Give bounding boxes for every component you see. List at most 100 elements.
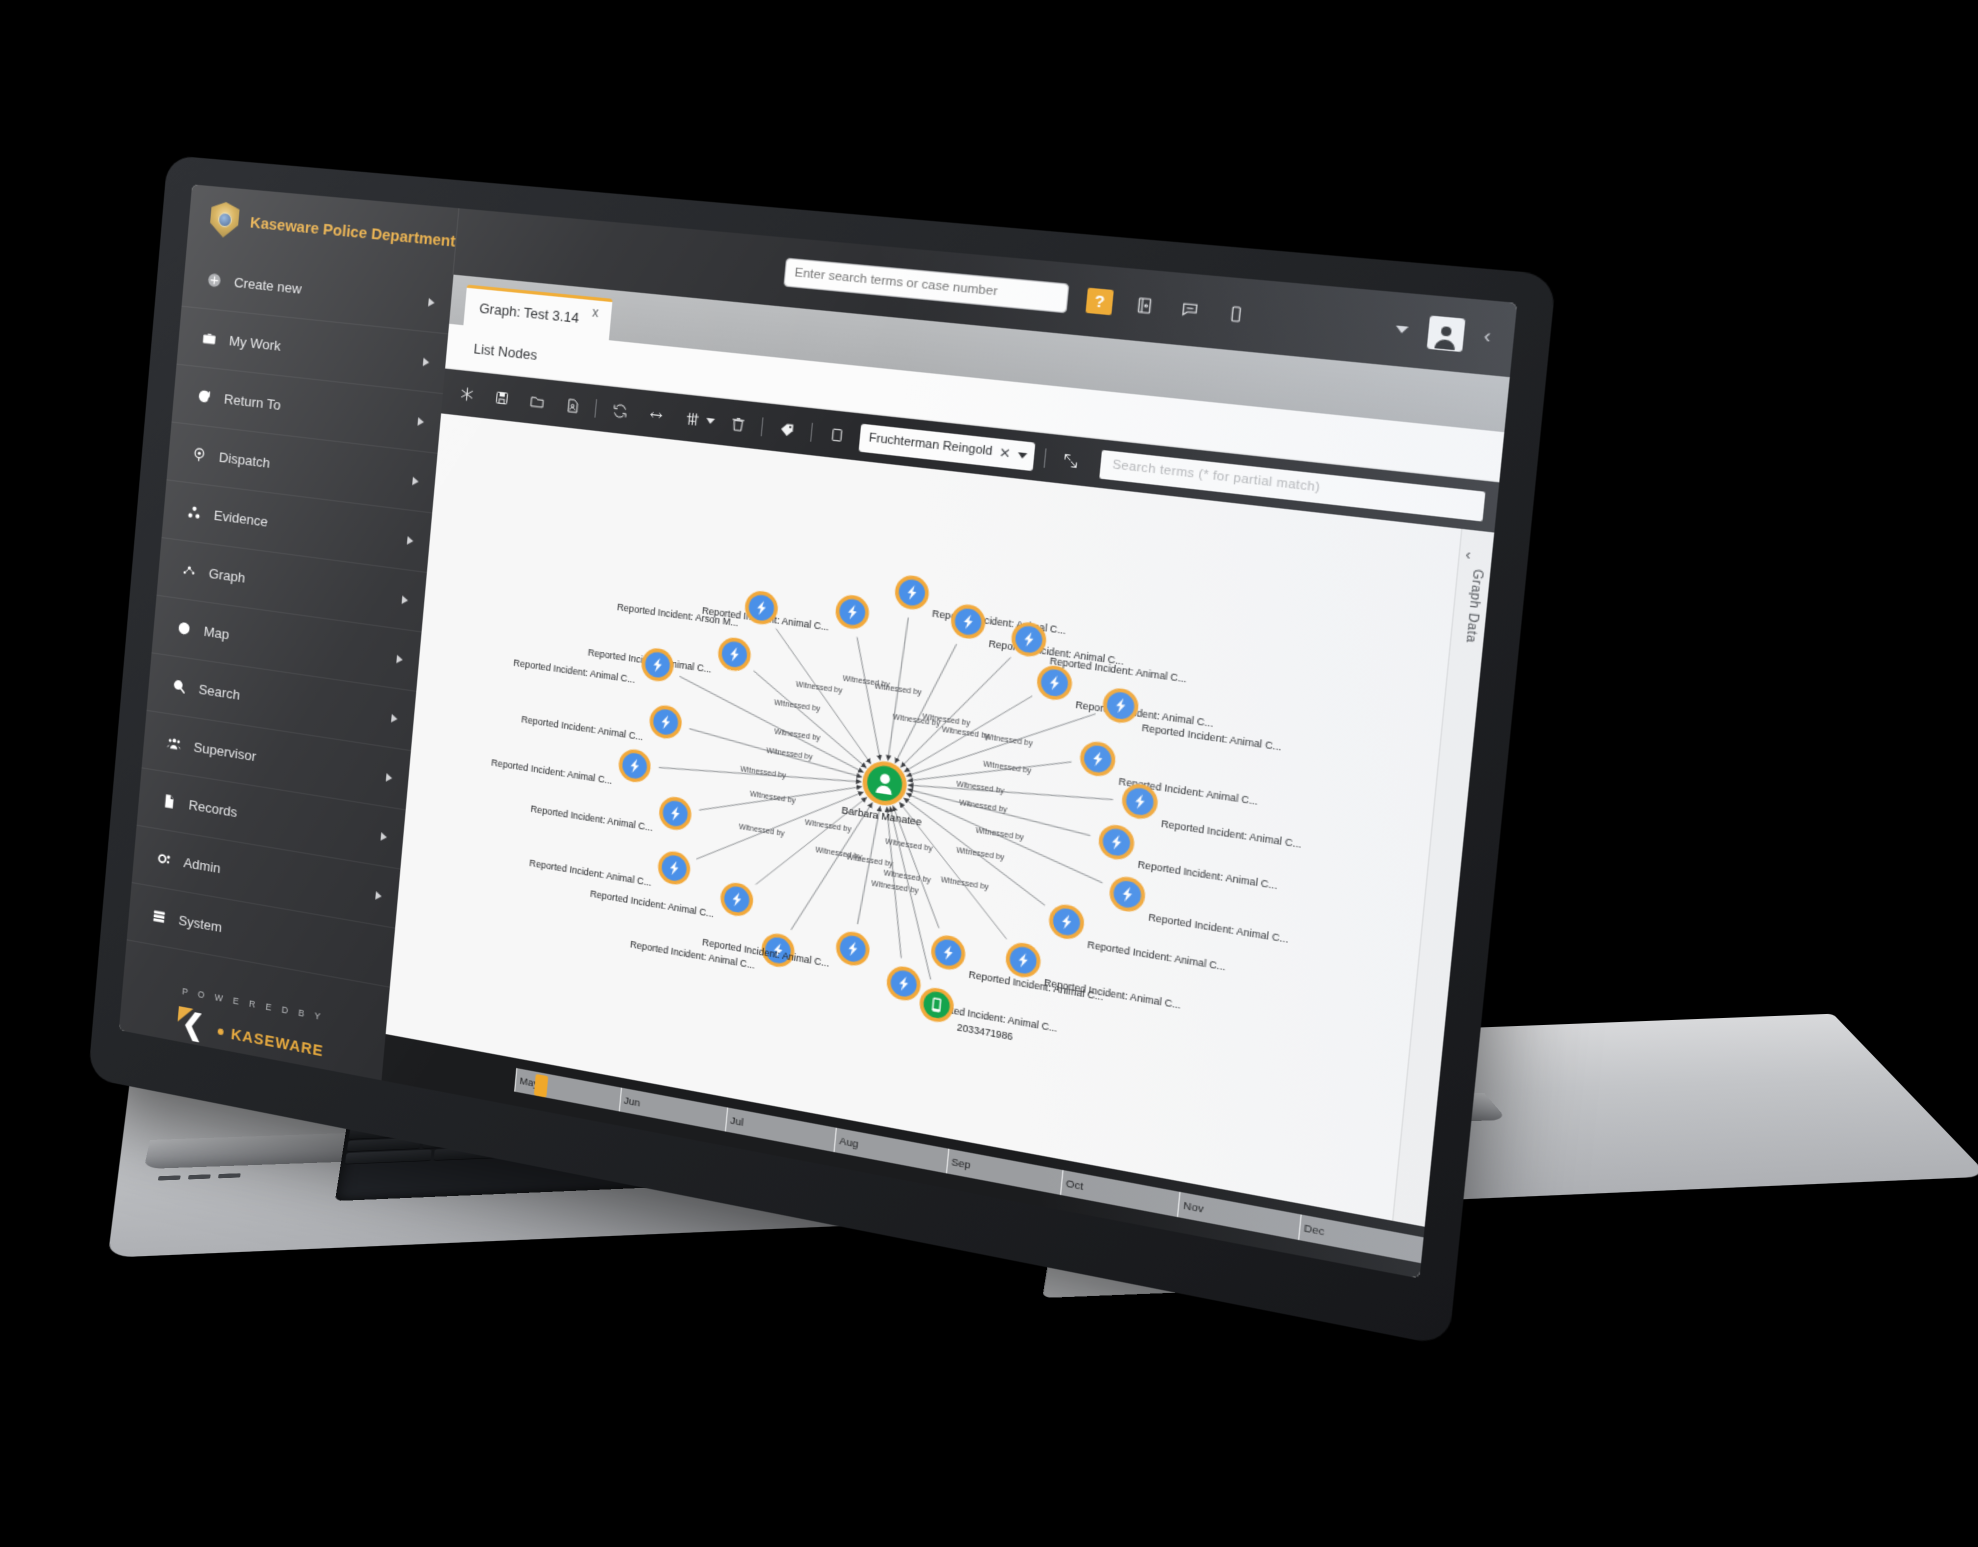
graph-node-label: Reported Incident: Arson M... [617,602,739,629]
user-avatar[interactable] [1426,315,1466,353]
expand-button[interactable] [636,396,675,433]
chevron-right-icon [406,535,414,545]
timeline-month-segment[interactable]: May [514,1068,621,1112]
graph-node-label: Reported Incident: Animal C... [1137,859,1278,892]
evidence-icon [184,504,203,522]
chevron-right-icon [412,476,420,486]
global-search-input[interactable] [783,257,1070,314]
graph-node[interactable] [834,593,871,631]
graph-node[interactable] [1108,874,1147,914]
refresh-button[interactable] [600,392,639,429]
graph-icon [179,561,198,579]
layout-select-value: Fruchterman Reingold [868,431,993,459]
graph-edge[interactable] [895,638,957,771]
sidebar-item-label: My Work [228,332,282,354]
chat-icon[interactable] [1175,296,1204,324]
graph-edge-label: Witnessed by [796,681,844,695]
graph-node-label: Reported Incident: Animal C... [1148,911,1289,945]
graph-node[interactable] [1101,686,1140,726]
sidebar-item-label: Evidence [213,507,269,530]
chevron-right-icon [422,357,430,367]
graph-edge[interactable] [846,637,892,760]
graph-edge-label: Witnessed by [749,790,796,805]
graph-node[interactable] [719,880,755,919]
graph-edge-label: Witnessed by [766,748,813,763]
search-icon [169,677,188,695]
save-button[interactable] [483,379,521,415]
graph-node[interactable] [617,747,652,785]
graph-node[interactable] [918,985,956,1025]
graph-node[interactable] [716,635,753,673]
sidebar-item-label: Dispatch [218,449,271,471]
chevron-right-icon [375,890,383,901]
export-file-button[interactable] [553,387,592,423]
timeline-month-segment[interactable]: Oct [1059,1169,1180,1218]
graph-edge-label: Witnessed by [804,819,852,834]
user-menu-caret-down-icon[interactable] [1394,325,1409,334]
close-icon[interactable]: x [591,305,599,321]
toolbar-divider [810,422,814,442]
chevron-right-icon [428,297,435,307]
graph-edge-label: Witnessed by [774,729,821,744]
topbar-right: ‹ [1394,312,1516,356]
graph-node[interactable] [648,703,684,741]
graph-node-label: Reported Incident: Animal C... [1087,938,1226,972]
laptop-mockup: Kaseware Police Department ? [0,0,1978,1547]
graph-edge-label: Witnessed by [984,734,1034,749]
new-graph-button[interactable] [448,376,486,412]
sidebar-item-label: Supervisor [193,739,257,765]
timeline-month-segment[interactable]: Jun [618,1087,728,1132]
clear-icon[interactable]: ✕ [998,445,1011,462]
tag-button[interactable] [767,410,807,447]
brand-title: Kaseware Police Department [249,213,457,251]
graph-node[interactable] [1078,739,1117,779]
chevron-right-icon [385,772,393,782]
graph-node-label: Reported Incident: Animal C... [590,888,715,919]
graph-node[interactable] [657,794,693,833]
graph-edge[interactable] [765,629,883,764]
graph-edge-label: Witnessed by [975,827,1025,842]
toolbar-divider [1043,447,1047,468]
graph-node[interactable] [929,933,967,973]
graph-node[interactable] [1004,940,1043,980]
timeline-handle[interactable] [533,1073,549,1098]
graph-nodes[interactable]: Reported Incident: Animal C...Reported I… [474,526,1323,1089]
chevron-right-icon [391,713,398,723]
help-button[interactable]: ? [1085,287,1114,316]
graph-node[interactable] [949,602,987,641]
server-icon [149,907,167,925]
graph-node[interactable] [834,929,871,969]
screenshot-stage: Kaseware Police Department ? [0,0,1978,1547]
chevron-right-icon [396,654,404,664]
timeline-month-segment[interactable]: Jul [724,1107,837,1153]
timeline-month-label: Jun [623,1094,641,1110]
topbar-collapse-icon[interactable]: ‹ [1483,327,1492,349]
kaseware-dot-icon [217,1028,224,1036]
rail-collapse-icon[interactable]: ‹ [1465,546,1472,563]
open-folder-button[interactable] [518,383,556,419]
graph-edge-label: Witnessed by [956,847,1005,863]
graph-node[interactable] [1097,822,1136,862]
graph-edge-label: Witnessed by [959,799,1008,814]
timeline-month-segment[interactable]: Sep [945,1148,1063,1195]
graph-node-label: Reported Incident: Animal C... [530,804,653,834]
graph-data-label: Graph Data [1462,568,1485,644]
police-badge-icon [209,201,240,239]
graph-node[interactable] [1047,902,1086,942]
fullscreen-button[interactable] [1050,441,1093,480]
notebook-icon[interactable] [1130,292,1159,320]
chevron-down-icon[interactable] [1017,451,1028,459]
filter-caret-down-icon[interactable] [705,417,716,424]
graph-node[interactable] [893,573,931,612]
graph-node[interactable] [640,646,675,684]
graph-node[interactable] [885,964,923,1004]
timeline-month-segment[interactable]: Aug [833,1127,948,1174]
graph-edge[interactable] [906,689,1095,803]
delete-button[interactable] [718,405,758,442]
sidebar-item-label: Graph [208,565,246,586]
graph-edge-label: Witnessed by [774,699,821,713]
device-icon[interactable] [1221,300,1250,328]
globe-icon [174,619,193,637]
select-box-button[interactable] [816,416,857,454]
graph-node[interactable] [656,849,692,887]
